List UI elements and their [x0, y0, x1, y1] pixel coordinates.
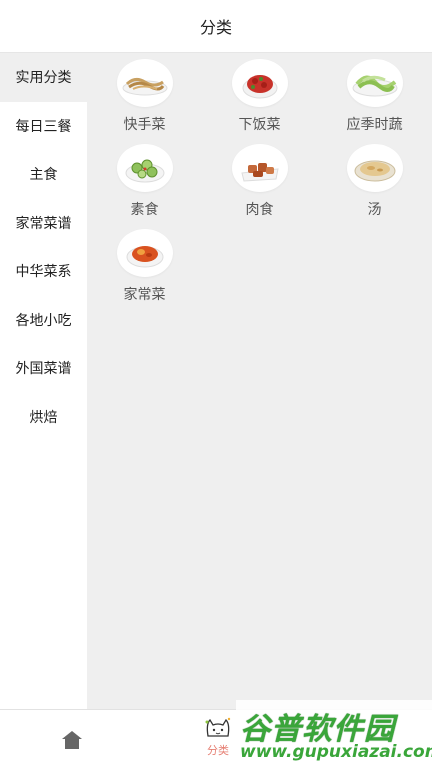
category-label: 汤 — [367, 202, 382, 218]
sidebar-item-label: 烘焙 — [29, 409, 58, 426]
tab-home[interactable] — [56, 724, 88, 756]
sidebar-item-label: 主食 — [29, 167, 58, 184]
watermark-url: www.gupuxiazai.com — [240, 742, 432, 762]
category-seasonal-vegetables[interactable]: 应季时蔬 — [317, 59, 432, 144]
dish-green-vegetables-icon — [346, 59, 403, 107]
sidebar-item-label: 中华菜系 — [15, 264, 72, 281]
watermark-site-name: 谷普软件园 — [240, 712, 395, 747]
tab-category[interactable]: 分类 — [196, 716, 240, 766]
category-label: 下饭菜 — [238, 117, 281, 133]
tab-category-label: 分类 — [207, 744, 229, 757]
dish-cucumber-salad-icon — [116, 144, 173, 192]
category-label: 肉食 — [245, 202, 274, 218]
dish-fried-noodles-icon — [116, 59, 173, 107]
category-content: 快手菜 下饭菜 应季时蔬 素食 肉食 汤 家常菜 — [87, 53, 432, 709]
dish-soup-icon — [346, 144, 403, 192]
sidebar-item-label: 每日三餐 — [15, 118, 72, 135]
dish-braised-pork-icon — [231, 144, 288, 192]
category-meat[interactable]: 肉食 — [202, 144, 317, 229]
sidebar-item-label: 外国菜谱 — [15, 361, 72, 378]
category-vegetarian[interactable]: 素食 — [87, 144, 202, 229]
sidebar-item-label: 实用分类 — [15, 70, 72, 87]
site-watermark: 谷普软件园 www.gupuxiazai.com — [236, 700, 432, 768]
category-quick-dishes[interactable]: 快手菜 — [87, 59, 202, 144]
category-sidebar: 实用分类 每日三餐 主食 家常菜谱 中华菜系 各地小吃 外国菜谱 烘焙 — [0, 53, 87, 709]
dish-red-meat-icon — [231, 59, 288, 107]
sidebar-item-staple[interactable]: 主食 — [0, 150, 87, 199]
category-label: 家常菜 — [123, 287, 166, 303]
sidebar-item-chinese-cuisines[interactable]: 中华菜系 — [0, 247, 87, 296]
sidebar-item-label: 各地小吃 — [15, 312, 72, 329]
sidebar-item-local-snacks[interactable]: 各地小吃 — [0, 296, 87, 345]
category-soup[interactable]: 汤 — [317, 144, 432, 229]
category-label: 快手菜 — [123, 117, 166, 133]
sidebar-item-daily-meals[interactable]: 每日三餐 — [0, 102, 87, 151]
page-title: 分类 — [199, 18, 232, 37]
category-label: 应季时蔬 — [346, 117, 403, 133]
app-header: 分类 — [0, 0, 432, 53]
category-grid: 快手菜 下饭菜 应季时蔬 素食 肉食 汤 家常菜 — [87, 59, 432, 314]
dish-sweet-sour-icon — [116, 229, 173, 277]
category-home-style[interactable]: 家常菜 — [87, 229, 202, 314]
sidebar-item-baking[interactable]: 烘焙 — [0, 393, 87, 442]
cat-face-icon — [205, 717, 231, 737]
home-icon — [62, 731, 82, 749]
sidebar-item-home-recipes[interactable]: 家常菜谱 — [0, 199, 87, 248]
category-rice-dishes[interactable]: 下饭菜 — [202, 59, 317, 144]
sidebar-item-label: 家常菜谱 — [15, 215, 72, 232]
category-label: 素食 — [130, 202, 159, 218]
sidebar-item-foreign-recipes[interactable]: 外国菜谱 — [0, 344, 87, 393]
sidebar-item-practical[interactable]: 实用分类 — [0, 53, 87, 102]
